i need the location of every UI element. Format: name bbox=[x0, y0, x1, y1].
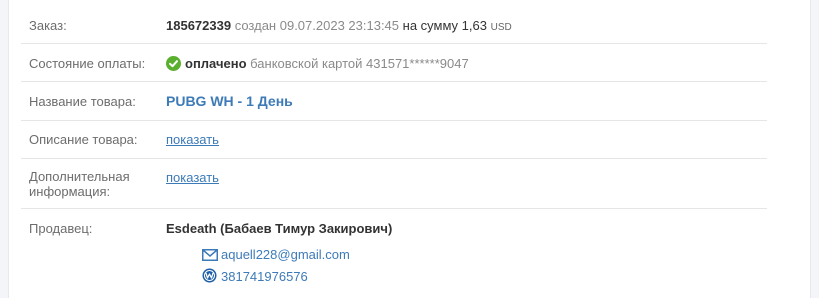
order-datetime: 09.07.2023 23:13:45 bbox=[279, 18, 400, 33]
seller-name: Esdeath (Бабаев Тимур Закирович) bbox=[166, 221, 393, 236]
additional-info-show-link[interactable]: показать bbox=[166, 170, 219, 185]
additional-info-label-line2: информация: bbox=[29, 184, 111, 199]
order-value: 185672339 создан 09.07.2023 23:13:45 на … bbox=[166, 18, 512, 35]
order-info-panel: Заказ: 185672339 создан 09.07.2023 23:13… bbox=[8, 0, 811, 298]
additional-info-row: Дополнительная информация: показать bbox=[21, 159, 767, 209]
seller-row: Продавец: Esdeath (Бабаев Тимур Закирови… bbox=[21, 209, 767, 298]
product-row: Название товара: PUBG WH - 1 День bbox=[21, 82, 767, 121]
order-currency: USD bbox=[490, 22, 512, 33]
order-sum-text: на сумму bbox=[402, 18, 459, 33]
product-name: PUBG WH - 1 День bbox=[166, 93, 293, 109]
payment-row: Состояние оплаты: оплачено банковской ка… bbox=[21, 44, 767, 82]
payment-method: банковской картой 431571******9047 bbox=[250, 56, 469, 71]
description-label: Описание товара: bbox=[29, 132, 138, 147]
seller-webmoney-id[interactable]: 381741976576 bbox=[221, 269, 308, 284]
order-number: 185672339 bbox=[166, 18, 232, 33]
webmoney-icon bbox=[202, 268, 218, 283]
seller-webmoney-line: 381741976576 bbox=[202, 268, 308, 284]
product-label: Название товара: bbox=[29, 94, 136, 109]
order-amount: 1,63 bbox=[461, 18, 487, 33]
payment-label: Состояние оплаты: bbox=[29, 56, 146, 71]
check-circle-icon bbox=[166, 56, 181, 71]
seller-email-link[interactable]: aquell228@gmail.com bbox=[221, 247, 350, 262]
payment-status: оплачено bbox=[185, 56, 247, 71]
envelope-icon bbox=[202, 249, 218, 263]
order-created-text: создан bbox=[234, 18, 277, 33]
description-show-link[interactable]: показать bbox=[166, 132, 219, 147]
seller-label: Продавец: bbox=[29, 221, 93, 236]
seller-email-line: aquell228@gmail.com bbox=[202, 247, 350, 263]
description-row: Описание товара: показать bbox=[21, 121, 767, 159]
order-label: Заказ: bbox=[29, 18, 67, 33]
payment-value: оплачено банковской картой 431571******9… bbox=[166, 56, 469, 71]
additional-info-label: Дополнительная информация: bbox=[29, 169, 130, 199]
order-row: Заказ: 185672339 создан 09.07.2023 23:13… bbox=[21, 0, 767, 44]
additional-info-label-line1: Дополнительная bbox=[29, 169, 130, 184]
